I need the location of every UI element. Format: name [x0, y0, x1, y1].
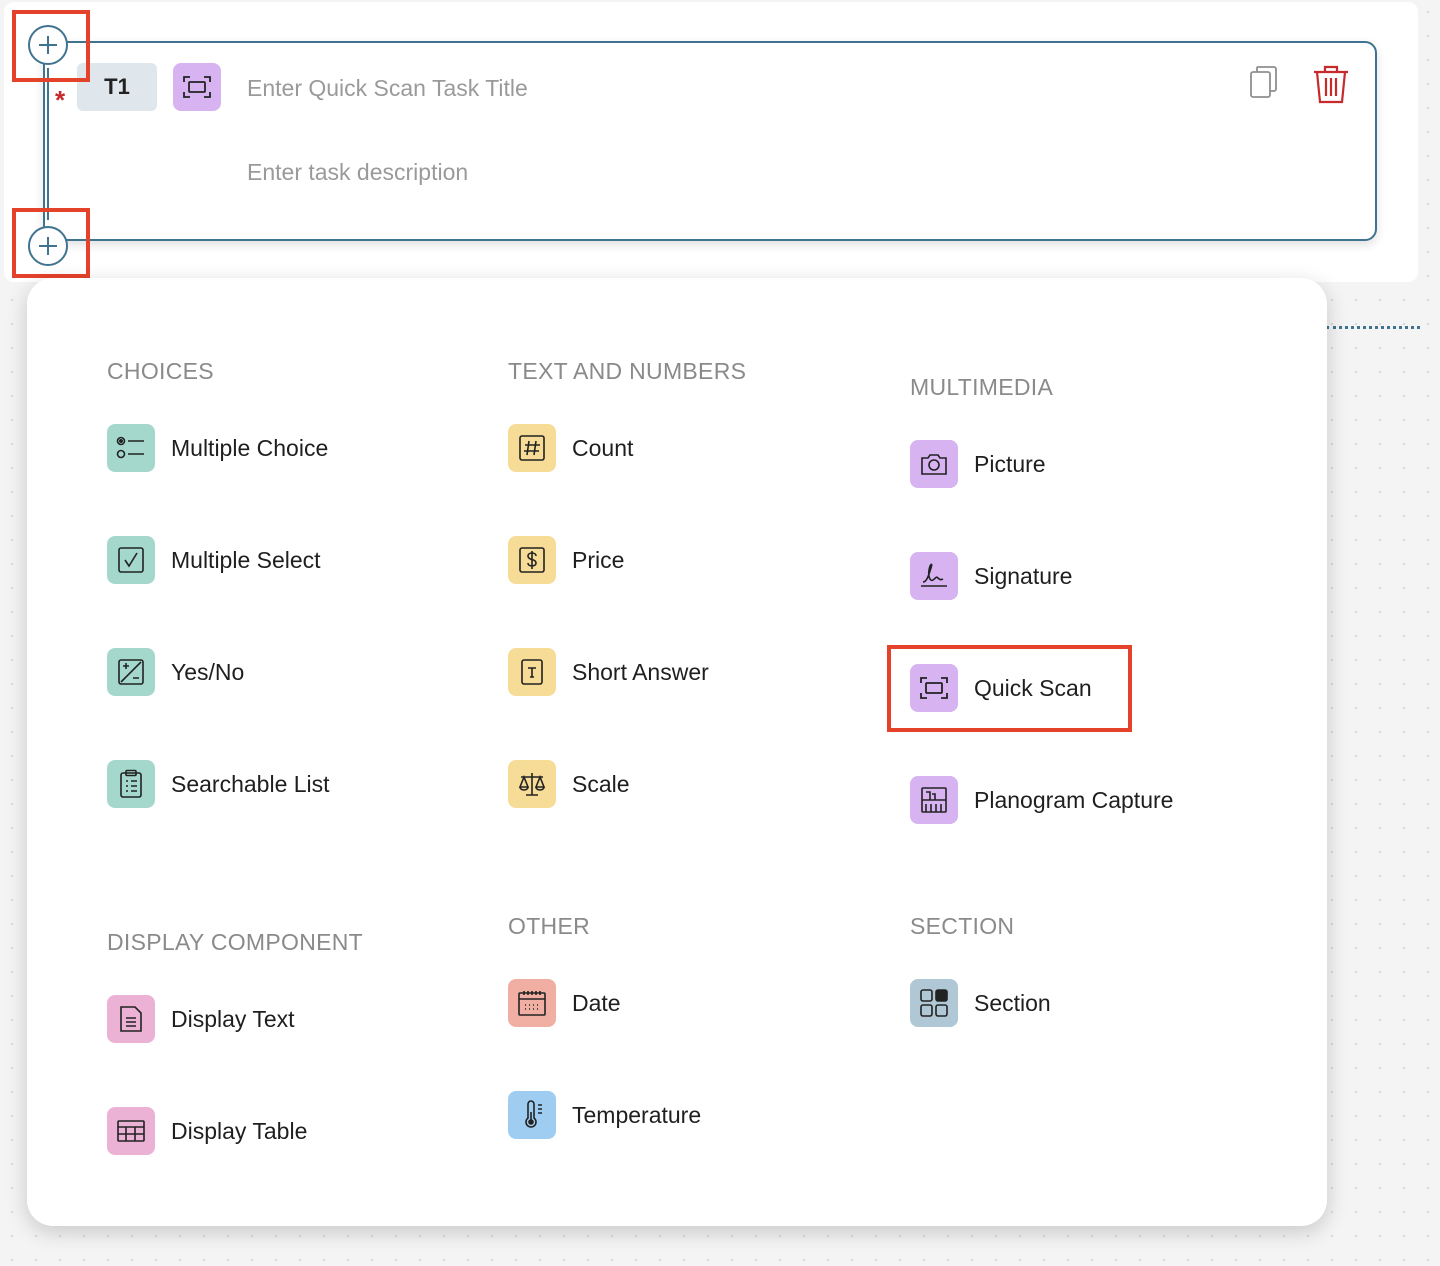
task-connector-line — [47, 68, 49, 220]
menu-item-label: Display Text — [171, 1005, 295, 1032]
plus-icon — [39, 237, 57, 255]
menu-item-multiple-select[interactable]: Multiple Select — [107, 536, 321, 584]
add-task-above-button[interactable] — [28, 25, 68, 65]
section-title-display-component: DISPLAY COMPONENT — [107, 929, 364, 955]
menu-item-searchable-list[interactable]: Searchable List — [107, 760, 330, 808]
menu-item-date[interactable]: Date — [508, 979, 621, 1027]
menu-item-label: Short Answer — [572, 658, 709, 685]
dollar-icon — [508, 536, 556, 584]
menu-item-label: Signature — [974, 562, 1073, 589]
menu-item-label: Searchable List — [171, 770, 330, 797]
menu-item-display-table[interactable]: Display Table — [107, 1107, 307, 1155]
menu-item-label: Date — [572, 989, 621, 1016]
menu-item-count[interactable]: Count — [508, 424, 633, 472]
quick-scan-icon — [173, 63, 221, 111]
section-grid-icon — [910, 979, 958, 1027]
menu-item-signature[interactable]: Signature — [910, 552, 1072, 600]
menu-item-label: Yes/No — [171, 658, 245, 685]
copy-icon[interactable] — [1249, 65, 1279, 104]
task-description-input[interactable] — [245, 153, 1149, 191]
hash-icon — [508, 424, 556, 472]
clipboard-list-icon — [107, 760, 155, 808]
menu-item-label: Price — [572, 546, 625, 573]
thermometer-icon — [508, 1091, 556, 1139]
menu-item-label: Planogram Capture — [974, 786, 1174, 813]
multiple-choice-icon — [107, 424, 155, 472]
section-title-choices: CHOICES — [107, 358, 214, 384]
menu-item-yes-no[interactable]: Yes/No — [107, 648, 244, 696]
quick-scan-icon — [910, 664, 958, 712]
planogram-icon — [910, 776, 958, 824]
menu-item-picture[interactable]: Picture — [910, 440, 1046, 488]
menu-item-label: Multiple Choice — [171, 434, 329, 461]
menu-item-label: Temperature — [572, 1101, 702, 1128]
menu-item-planogram-capture[interactable]: Planogram Capture — [910, 776, 1173, 824]
trash-icon[interactable] — [1311, 63, 1351, 110]
menu-item-label: Scale — [572, 770, 630, 797]
calendar-icon — [508, 979, 556, 1027]
dotted-connector — [1326, 326, 1420, 329]
menu-item-label: Display Table — [171, 1117, 308, 1144]
document-icon — [107, 995, 155, 1043]
task-type-menu: CHOICES Multiple Choice Multiple Select — [27, 278, 1327, 1226]
section-title-other: OTHER — [508, 913, 590, 939]
checkbox-icon — [107, 536, 155, 584]
section-title-text-numbers: TEXT AND NUMBERS — [508, 358, 747, 384]
plus-minus-icon — [107, 648, 155, 696]
task-number-badge: T1 — [77, 63, 157, 111]
menu-item-scale[interactable]: Scale — [508, 760, 630, 808]
menu-item-display-text[interactable]: Display Text — [107, 995, 295, 1043]
menu-item-price[interactable]: Price — [508, 536, 624, 584]
section-title-multimedia: MULTIMEDIA — [910, 374, 1054, 400]
section-title-section: SECTION — [910, 913, 1015, 939]
table-icon — [107, 1107, 155, 1155]
menu-item-quick-scan[interactable]: Quick Scan — [910, 664, 1092, 712]
plus-icon — [39, 36, 57, 54]
menu-item-section[interactable]: Section — [910, 979, 1051, 1027]
required-marker: * — [55, 85, 66, 115]
add-task-below-button[interactable] — [28, 226, 68, 266]
camera-icon — [910, 440, 958, 488]
menu-item-label: Multiple Select — [171, 546, 321, 573]
menu-item-temperature[interactable]: Temperature — [508, 1091, 701, 1139]
menu-item-label: Count — [572, 434, 634, 461]
menu-item-label: Section — [974, 989, 1051, 1016]
menu-item-label: Picture — [974, 450, 1046, 477]
menu-item-multiple-choice[interactable]: Multiple Choice — [107, 424, 328, 472]
signature-icon — [910, 552, 958, 600]
menu-item-short-answer[interactable]: Short Answer — [508, 648, 709, 696]
menu-item-label: Quick Scan — [974, 674, 1092, 701]
task-card: * T1 — [43, 41, 1377, 241]
text-icon — [508, 648, 556, 696]
scale-icon — [508, 760, 556, 808]
task-title-input[interactable] — [245, 69, 1149, 107]
